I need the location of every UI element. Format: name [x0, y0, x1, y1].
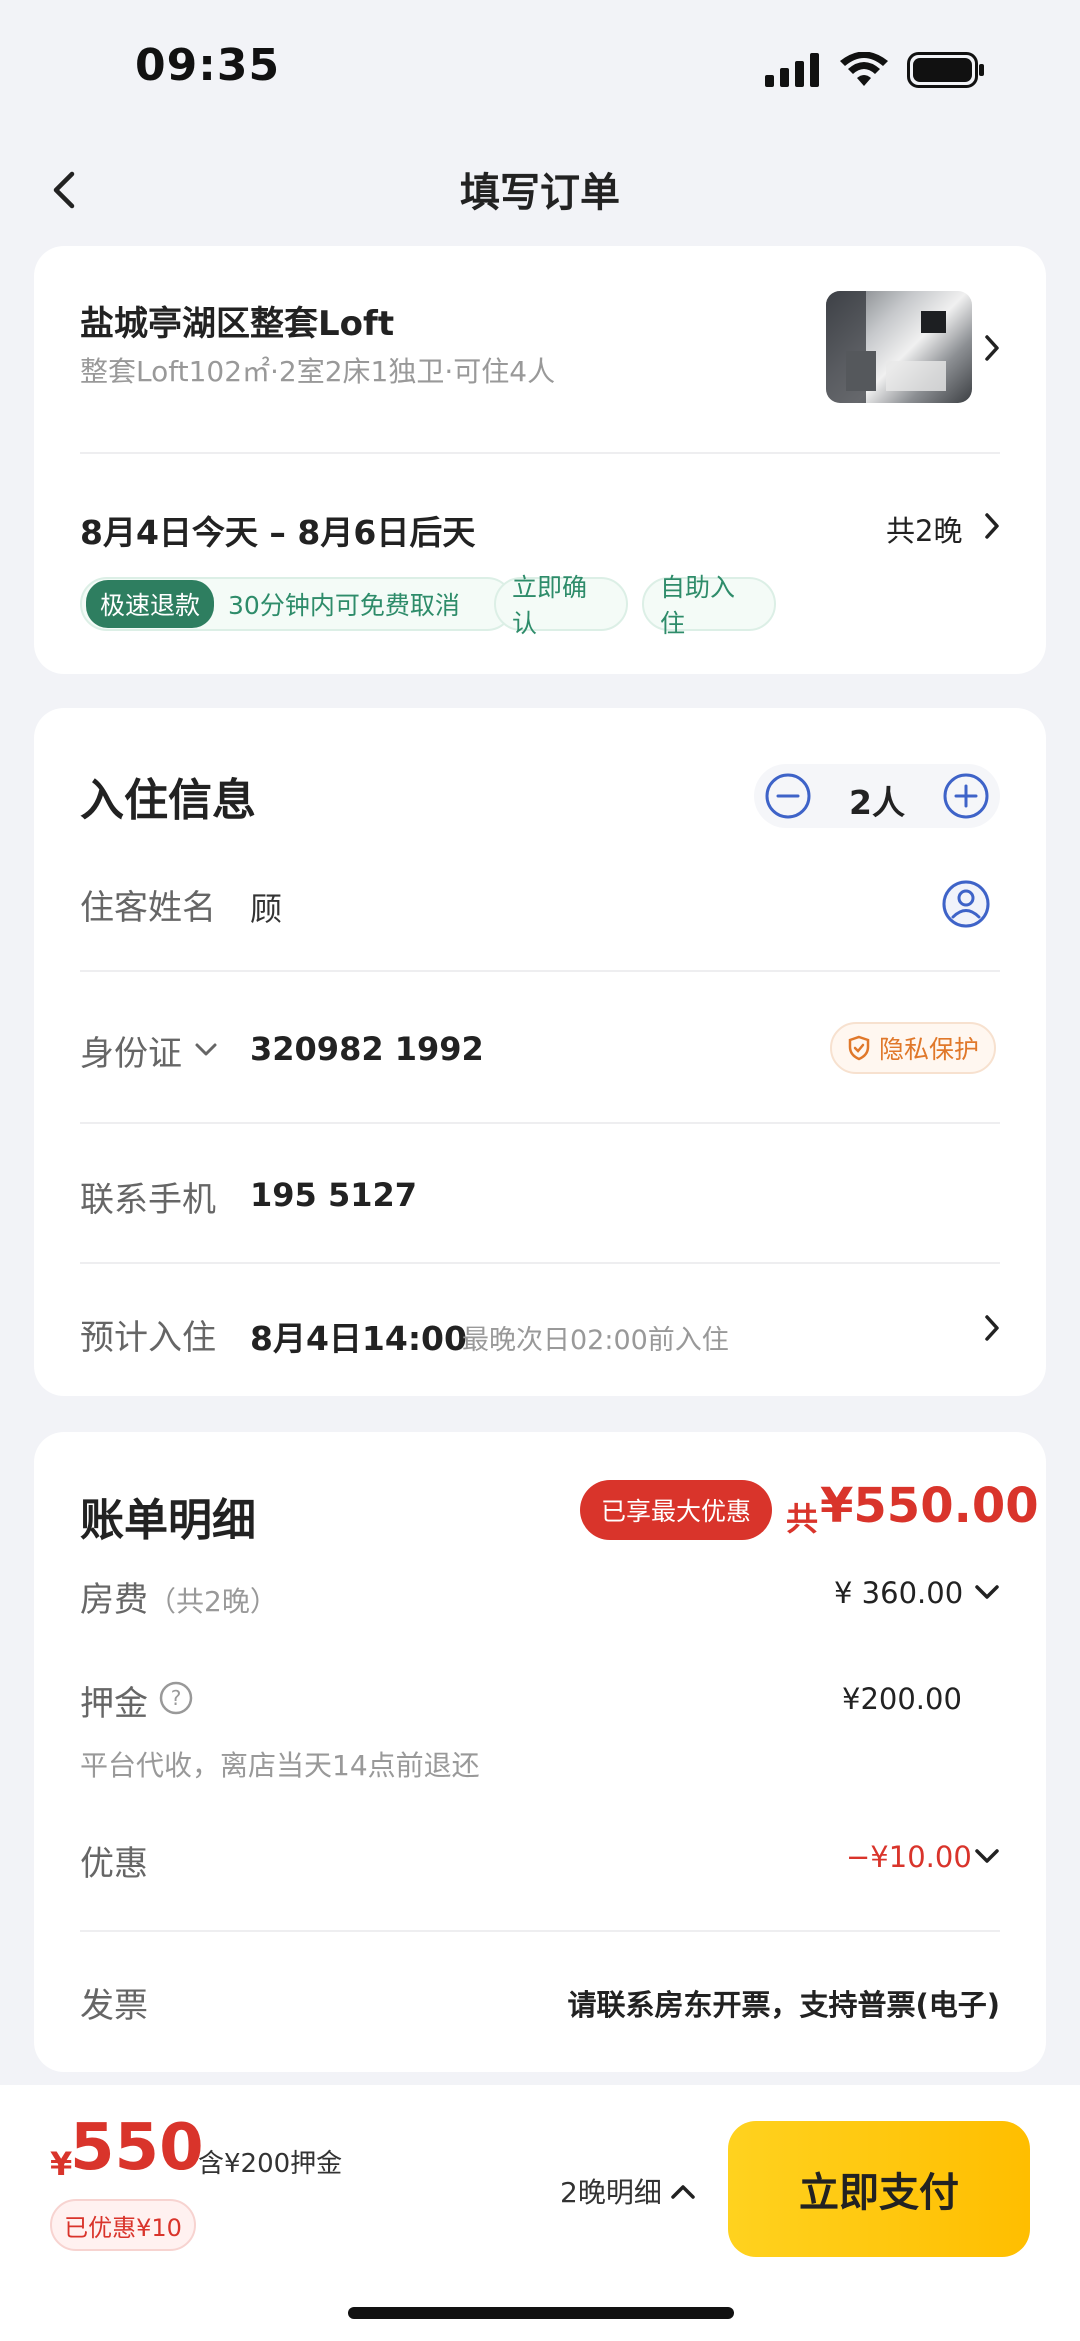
- id-type-label[interactable]: 身份证: [80, 1026, 182, 1075]
- chevron-down-icon[interactable]: [974, 1584, 1000, 1602]
- shield-icon: [848, 1035, 870, 1061]
- status-time: 09:35: [135, 40, 281, 91]
- battery-icon: [907, 52, 984, 88]
- refund-badge: 极速退款: [86, 580, 215, 628]
- checkin-card: 入住信息 2人 住客姓名 顾 身份证 320982 1992 隐私保护 联系手机…: [34, 708, 1046, 1396]
- stay-dates[interactable]: 8月4日今天 – 8月6日后天: [80, 506, 475, 554]
- wifi-icon: [840, 52, 888, 86]
- best-discount-badge: 已享最大优惠: [580, 1480, 772, 1540]
- self-checkin-tag: 自助入住: [642, 573, 776, 638]
- instant-confirm-tag: 立即确认: [494, 573, 628, 638]
- room-photo-icon: [826, 291, 946, 403]
- signal-icon: [765, 53, 819, 87]
- page-title: 填写订单: [460, 170, 620, 216]
- divider: [80, 1122, 1000, 1124]
- listing-subtitle: 整套Loft102㎡·2室2床1独卫·可住4人: [80, 355, 556, 388]
- saved-badge: 已优惠¥10: [50, 2199, 196, 2251]
- guest-stepper: 2人: [754, 764, 1000, 828]
- refund-desc: 30分钟内可免费取消: [228, 591, 460, 620]
- divider: [80, 452, 1000, 454]
- checkin-title: 入住信息: [80, 775, 256, 826]
- bottom-pay-bar: ¥ 550 含¥200押金 已优惠¥10 2晚明细 立即支付: [0, 2085, 1080, 2341]
- home-indicator: [348, 2307, 734, 2319]
- discount-value[interactable]: −¥10.00: [846, 1840, 972, 1874]
- eta-label: 预计入住: [80, 1318, 216, 1358]
- chevron-down-icon[interactable]: [974, 1848, 1000, 1866]
- bill-card: 账单明细 已享最大优惠 共 ¥550.00 房费（共2晚） ¥ 360.00 押…: [34, 1432, 1046, 2072]
- price-details-label: 2晚明细: [560, 2176, 662, 2209]
- deposit-included: 含¥200押金: [198, 2149, 343, 2179]
- room-fee-nights: （共2晚）: [148, 1585, 278, 1618]
- minus-button[interactable]: [764, 772, 812, 820]
- deposit-value: ¥200.00: [842, 1682, 962, 1716]
- svg-text:?: ?: [171, 1686, 182, 1710]
- room-fee-value[interactable]: ¥ 360.00: [834, 1576, 963, 1610]
- price-currency: ¥: [50, 2145, 73, 2183]
- bill-title: 账单明细: [80, 1495, 256, 1546]
- invoice-value[interactable]: 请联系房东开票，支持普票(电子): [567, 1982, 1000, 2024]
- listing-thumbnail[interactable]: [826, 291, 972, 403]
- status-icons: [765, 52, 985, 88]
- chevron-up-icon: [671, 2185, 695, 2199]
- privacy-badge[interactable]: 隐私保护: [830, 1022, 996, 1074]
- divider: [80, 1262, 1000, 1264]
- refund-tag: 极速退款 30分钟内可免费取消: [80, 577, 514, 631]
- nights-count[interactable]: 共2晚: [886, 508, 962, 550]
- eta-value[interactable]: 8月4日14:00: [250, 1312, 467, 1360]
- room-fee-text: 房费: [80, 1580, 148, 1620]
- price-amount: 550: [70, 2111, 204, 2185]
- guest-count: 2人: [849, 783, 905, 822]
- invoice-label: 发票: [80, 1986, 148, 2026]
- chevron-right-icon[interactable]: [984, 512, 1000, 540]
- id-number-input[interactable]: 320982 1992: [250, 1030, 484, 1068]
- divider: [80, 970, 1000, 972]
- guest-name-label: 住客姓名: [80, 888, 216, 928]
- deposit-label: 押金: [80, 1684, 148, 1724]
- deposit-note: 平台代收，离店当天14点前退还: [80, 1749, 480, 1782]
- phone-input[interactable]: 195 5127: [250, 1176, 417, 1214]
- guest-name-input[interactable]: 顾: [250, 884, 282, 930]
- total-amount: ¥550.00: [820, 1478, 1039, 1534]
- eta-hint: 最晚次日02:00前入住: [462, 1325, 729, 1356]
- phone-label: 联系手机: [80, 1180, 216, 1220]
- chevron-down-icon[interactable]: [194, 1042, 218, 1058]
- help-icon[interactable]: ?: [158, 1680, 194, 1716]
- chevron-right-icon[interactable]: [984, 1314, 1000, 1342]
- pay-now-button[interactable]: 立即支付: [728, 2121, 1030, 2257]
- listing-title: 盐城亭湖区整套Loft: [80, 304, 395, 344]
- contact-picker-icon[interactable]: [938, 876, 994, 932]
- divider: [80, 1930, 1000, 1932]
- discount-label: 优惠: [80, 1844, 148, 1884]
- privacy-text: 隐私保护: [878, 1035, 979, 1064]
- room-fee-label: 房费（共2晚）: [80, 1572, 278, 1621]
- plus-button[interactable]: [942, 772, 990, 820]
- chevron-right-icon[interactable]: [984, 334, 1000, 362]
- listing-card: 盐城亭湖区整套Loft 整套Loft102㎡·2室2床1独卫·可住4人 8月4日…: [34, 246, 1046, 674]
- total-prefix: 共: [786, 1500, 819, 1538]
- price-details-toggle[interactable]: 2晚明细: [560, 2171, 696, 2211]
